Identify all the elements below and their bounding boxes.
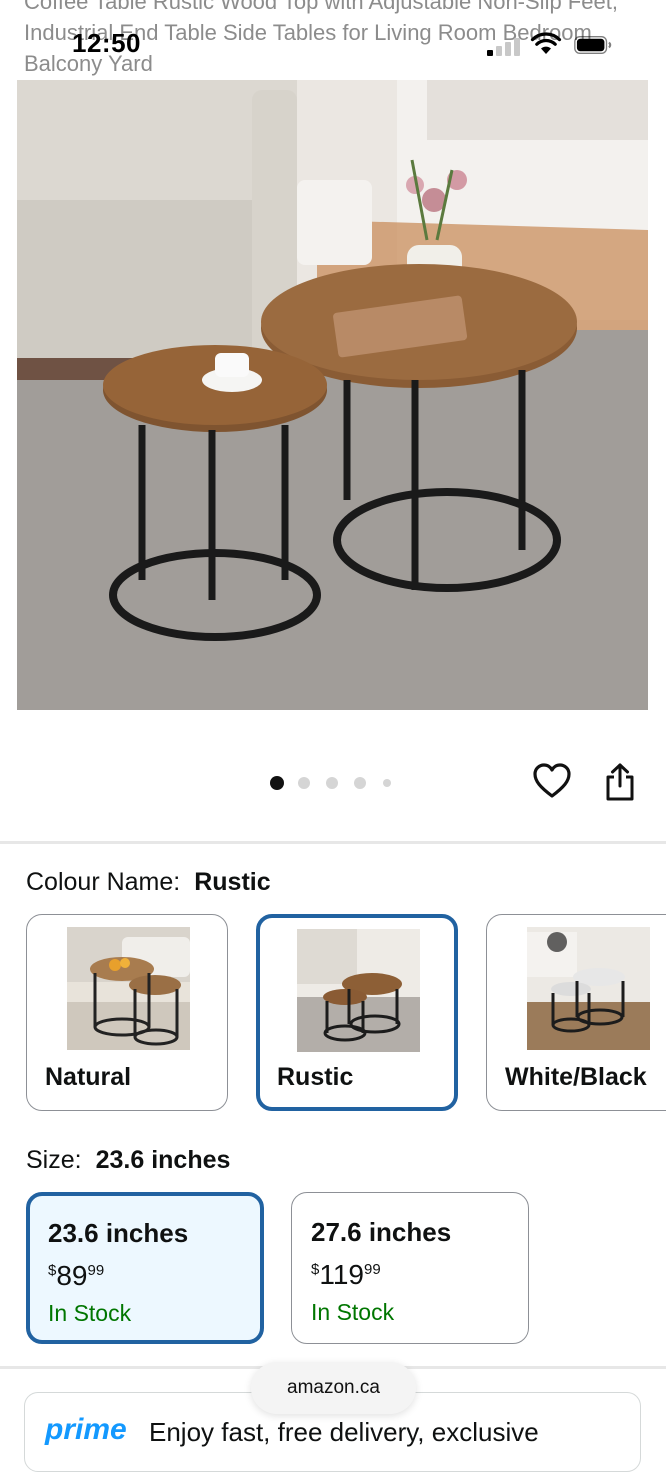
price-whole: 119 bbox=[319, 1259, 364, 1290]
colour-label-text: Colour Name: bbox=[26, 868, 181, 896]
status-time: 12:50 bbox=[72, 28, 141, 58]
status-bar: 12:50 bbox=[0, 0, 666, 80]
natural-table-thumbnail bbox=[67, 927, 190, 1050]
section-divider bbox=[0, 841, 666, 844]
size-option-label: 23.6 inches bbox=[48, 1218, 189, 1248]
stock-status: In Stock bbox=[48, 1300, 132, 1326]
colour-option-label: Rustic bbox=[277, 1063, 354, 1091]
price-currency: $ bbox=[311, 1261, 320, 1278]
size-option-27-6-inches[interactable]: 27.6 inches $11999 In Stock bbox=[291, 1192, 529, 1344]
heart-icon[interactable] bbox=[533, 763, 571, 799]
colour-option-rustic[interactable]: Rustic bbox=[256, 914, 458, 1111]
pagination-dot[interactable] bbox=[326, 777, 338, 789]
colour-option-label: White/Black bbox=[505, 1063, 647, 1091]
colour-option-label: Natural bbox=[45, 1063, 132, 1091]
cellular-signal-icon bbox=[487, 36, 521, 56]
pagination-dot[interactable] bbox=[383, 779, 391, 787]
colour-option-natural[interactable]: Natural bbox=[26, 914, 228, 1111]
colour-selected-value: Rustic bbox=[194, 868, 271, 896]
prime-banner-text: Enjoy fast, free delivery, exclusive bbox=[149, 1417, 539, 1447]
white-black-table-thumbnail bbox=[527, 927, 650, 1050]
size-option-price: $11999 bbox=[311, 1259, 381, 1291]
colour-name-heading: Colour Name: Rustic bbox=[26, 868, 271, 897]
size-selected-value: 23.6 inches bbox=[95, 1146, 231, 1174]
stock-status: In Stock bbox=[311, 1299, 395, 1325]
price-whole: 89 bbox=[56, 1260, 88, 1291]
browser-url-pill[interactable]: amazon.ca bbox=[251, 1362, 416, 1414]
pagination-dot[interactable] bbox=[298, 777, 310, 789]
price-currency: $ bbox=[48, 1262, 57, 1279]
price-cents: 99 bbox=[363, 1261, 381, 1278]
wifi-icon bbox=[530, 32, 562, 54]
size-option-price: $8999 bbox=[48, 1260, 104, 1292]
colour-option-white-black[interactable]: White/Black bbox=[486, 914, 666, 1111]
price-cents: 99 bbox=[87, 1262, 105, 1279]
size-heading: Size: 23.6 inches bbox=[26, 1146, 230, 1175]
pagination-dot[interactable] bbox=[270, 776, 284, 790]
battery-icon bbox=[574, 36, 612, 54]
product-main-image[interactable] bbox=[17, 80, 648, 710]
size-option-label: 27.6 inches bbox=[311, 1217, 452, 1247]
size-label-text: Size: bbox=[26, 1146, 82, 1174]
size-option-23-6-inches[interactable]: 23.6 inches $8999 In Stock bbox=[26, 1192, 264, 1344]
rustic-table-thumbnail bbox=[297, 929, 420, 1052]
pagination-dot[interactable] bbox=[354, 777, 366, 789]
prime-logo: prime bbox=[45, 1413, 127, 1446]
share-icon[interactable] bbox=[604, 762, 636, 802]
